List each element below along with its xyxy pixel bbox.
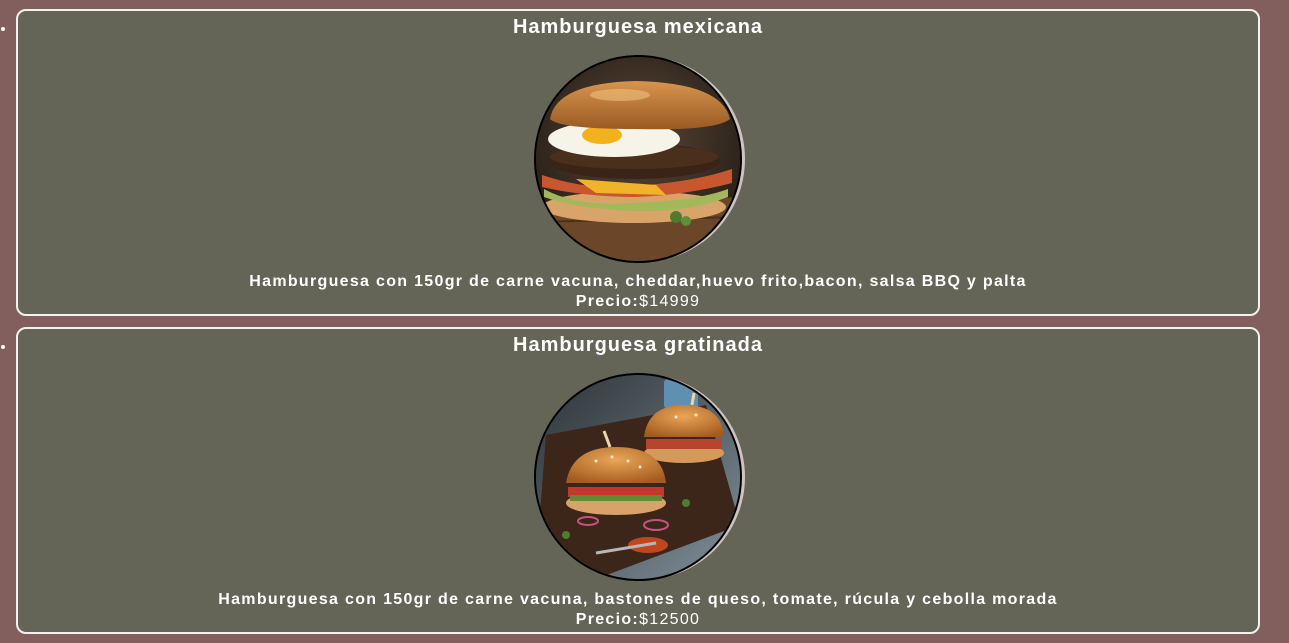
item-description: Hamburguesa con 150gr de carne vacuna, b… [218,591,1058,608]
price-label: Precio: [575,293,640,310]
item-price: Precio:$12500 [18,610,1258,630]
price-value: $14999 [639,293,701,310]
item-price: Precio:$14999 [18,292,1258,312]
item-title: Hamburguesa gratinada [513,334,763,356]
item-title: Hamburguesa mexicana [512,16,764,38]
burger-egg-bacon-photo-icon [536,57,740,261]
item-image [534,373,742,581]
price-value: $12500 [639,611,701,628]
menu-item-gratinada: Hamburguesa gratinada [16,327,1260,634]
item-description: Hamburguesa con 150gr de carne vacuna, c… [249,273,1027,290]
menu-list: Hamburguesa mexicana [0,9,1289,634]
item-image [534,55,742,263]
menu-item-mexicana: Hamburguesa mexicana [16,9,1260,316]
price-label: Precio: [575,611,640,628]
two-sliders-on-board-photo-icon [536,375,740,579]
